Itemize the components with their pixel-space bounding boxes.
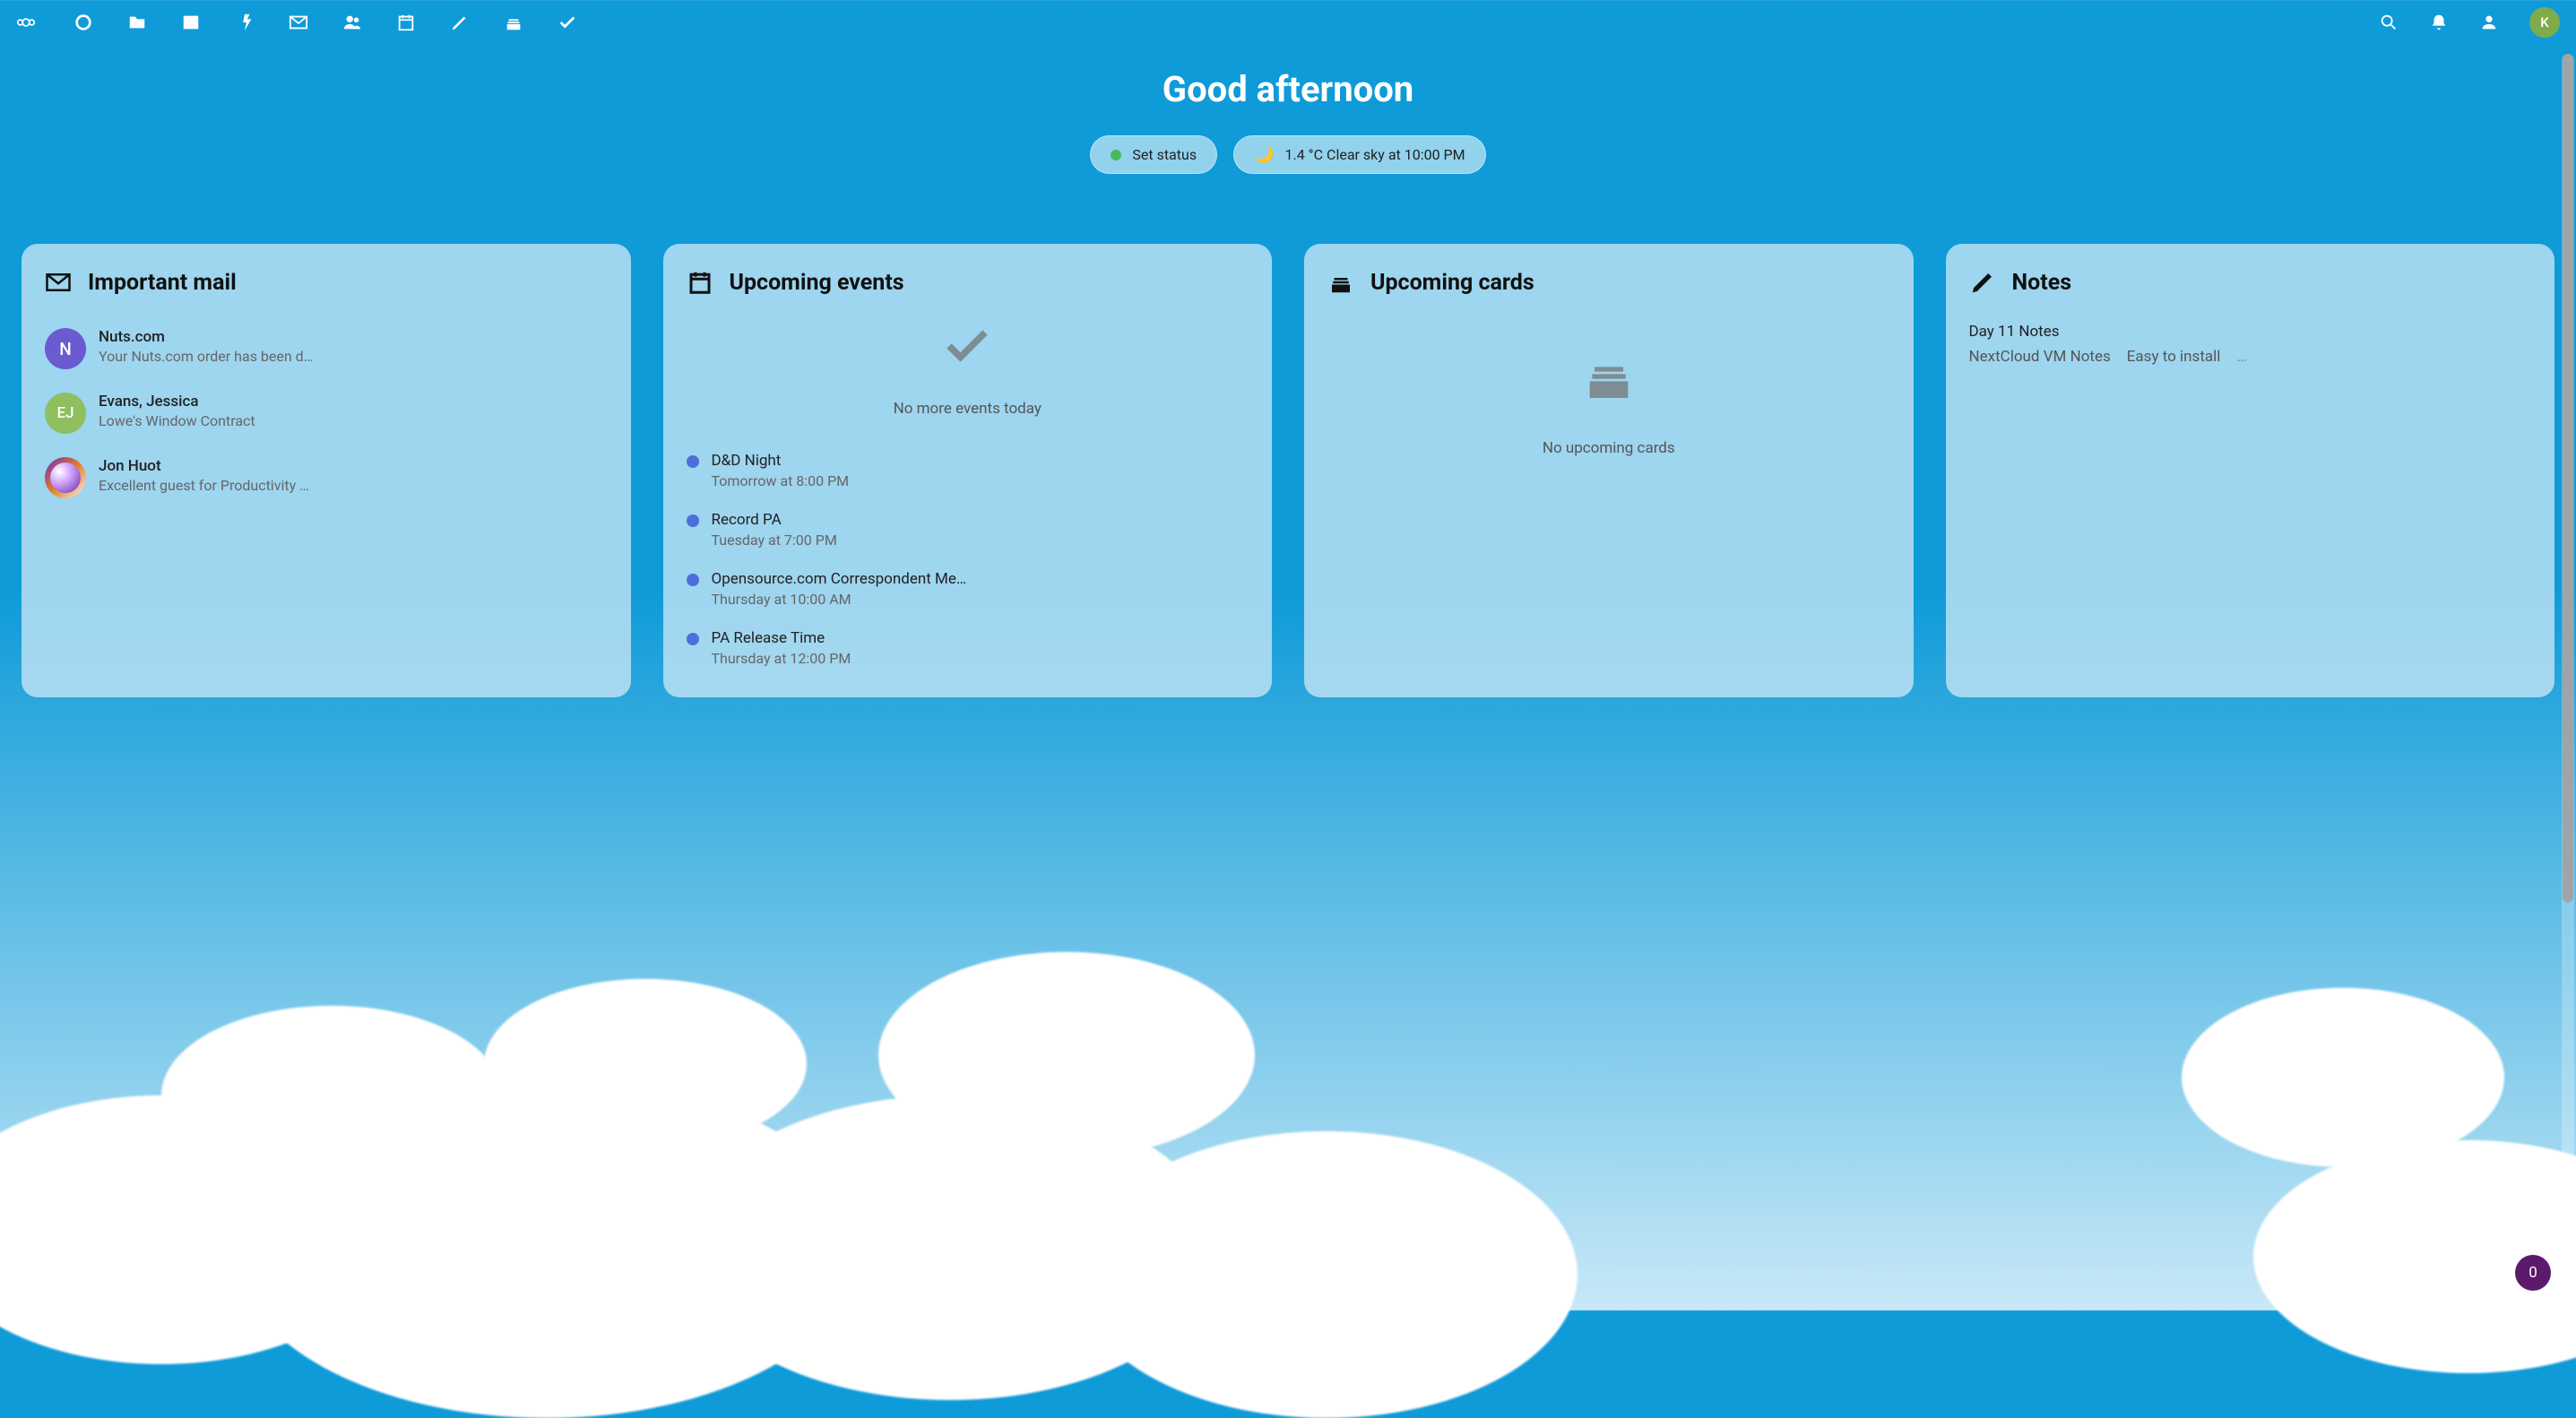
set-status-button[interactable]: Set status (1090, 135, 1217, 174)
scrollbar[interactable] (2562, 54, 2574, 1301)
weather-moon-icon: 🌙 (1254, 145, 1274, 164)
cards-empty-text: No upcoming cards (1327, 439, 1890, 457)
contacts-icon[interactable] (342, 13, 362, 32)
note-title: NextCloud VM Notes (1969, 348, 2111, 366)
event-dot-icon (687, 574, 699, 586)
event-title: D&D Night (712, 452, 1249, 470)
cards-empty: No upcoming cards (1327, 348, 1890, 457)
set-status-label: Set status (1132, 146, 1197, 163)
greeting-title: Good afternoon (0, 68, 2576, 110)
mail-subject: Your Nuts.com order has been d… (99, 348, 608, 365)
note-item[interactable]: Day 11 Notes (1969, 319, 2532, 344)
mail-widget-title: Important mail (88, 270, 237, 296)
contacts-menu-icon[interactable] (2479, 13, 2499, 32)
widget-grid: Important mail N Nuts.com Your Nuts.com … (0, 244, 2576, 697)
calendar-icon[interactable] (396, 13, 416, 32)
floating-counter-badge[interactable]: 0 (2515, 1255, 2551, 1291)
event-time: Thursday at 12:00 PM (712, 650, 1249, 667)
mail-from: Jon Huot (99, 457, 608, 475)
note-item[interactable]: NextCloud VM Notes Easy to install … (1969, 344, 2532, 369)
widget-upcoming-events: Upcoming events No more events today D&D… (663, 244, 1273, 697)
deck-empty-icon (1580, 348, 1638, 405)
activity-icon[interactable] (235, 13, 255, 32)
cards-widget-title: Upcoming cards (1370, 270, 1534, 296)
notes-icon[interactable] (450, 13, 470, 32)
dashboard-icon[interactable] (73, 13, 93, 32)
status-online-dot (1111, 150, 1121, 160)
notes-widget-icon (1969, 269, 1996, 296)
mail-subject: Lowe's Window Contract (99, 412, 608, 429)
events-empty-today: No more events today (687, 319, 1249, 418)
mail-item[interactable]: Jon Huot Excellent guest for Productivit… (45, 448, 608, 513)
event-item[interactable]: Record PA Tuesday at 7:00 PM (687, 502, 1249, 561)
event-time: Thursday at 10:00 AM (712, 591, 1249, 608)
mail-item[interactable]: EJ Evans, Jessica Lowe's Window Contract (45, 384, 608, 448)
checkmark-icon (940, 319, 994, 373)
mail-widget-icon (45, 269, 72, 296)
dashboard-hero: Good afternoon Set status 🌙 1.4 °C Clear… (0, 68, 2576, 174)
deck-icon[interactable] (504, 13, 523, 32)
tasks-icon[interactable] (558, 13, 577, 32)
top-nav: K (0, 0, 2576, 45)
weather-button[interactable]: 🌙 1.4 °C Clear sky at 10:00 PM (1233, 135, 1486, 174)
mail-from: Evans, Jessica (99, 393, 608, 411)
event-dot-icon (687, 455, 699, 468)
nextcloud-logo[interactable] (16, 13, 36, 32)
mail-avatar (45, 457, 86, 498)
widget-notes: Notes Day 11 Notes NextCloud VM Notes Ea… (1946, 244, 2555, 697)
note-excerpt: Easy to install (2127, 348, 2221, 366)
calendar-widget-icon (687, 269, 713, 296)
widget-important-mail: Important mail N Nuts.com Your Nuts.com … (22, 244, 631, 697)
photos-icon[interactable] (181, 13, 201, 32)
notifications-icon[interactable] (2429, 13, 2449, 32)
mail-from: Nuts.com (99, 328, 608, 346)
background-clouds (0, 590, 2576, 1310)
event-dot-icon (687, 633, 699, 645)
widget-upcoming-cards: Upcoming cards No upcoming cards (1304, 244, 1914, 697)
mail-subject: Excellent guest for Productivity … (99, 477, 608, 494)
scrollbar-thumb[interactable] (2563, 54, 2573, 903)
files-icon[interactable] (127, 13, 147, 32)
note-more: … (2236, 348, 2246, 366)
event-time: Tuesday at 7:00 PM (712, 532, 1249, 549)
user-avatar[interactable]: K (2529, 7, 2560, 38)
weather-text: 1.4 °C Clear sky at 10:00 PM (1285, 146, 1465, 163)
event-item[interactable]: D&D Night Tomorrow at 8:00 PM (687, 443, 1249, 502)
event-dot-icon (687, 514, 699, 527)
event-item[interactable]: Opensource.com Correspondent Me… Thursda… (687, 561, 1249, 620)
deck-widget-icon (1327, 269, 1354, 296)
event-item[interactable]: PA Release Time Thursday at 12:00 PM (687, 620, 1249, 679)
mail-avatar: N (45, 328, 86, 369)
notes-widget-title: Notes (2012, 270, 2072, 296)
mail-icon[interactable] (289, 13, 308, 32)
event-title: Opensource.com Correspondent Me… (712, 570, 1249, 588)
event-title: PA Release Time (712, 629, 1249, 647)
events-empty-today-text: No more events today (687, 400, 1249, 418)
search-icon[interactable] (2379, 13, 2399, 32)
event-title: Record PA (712, 511, 1249, 529)
mail-item[interactable]: N Nuts.com Your Nuts.com order has been … (45, 319, 608, 384)
events-widget-title: Upcoming events (730, 270, 904, 296)
mail-avatar: EJ (45, 393, 86, 434)
event-time: Tomorrow at 8:00 PM (712, 472, 1249, 489)
